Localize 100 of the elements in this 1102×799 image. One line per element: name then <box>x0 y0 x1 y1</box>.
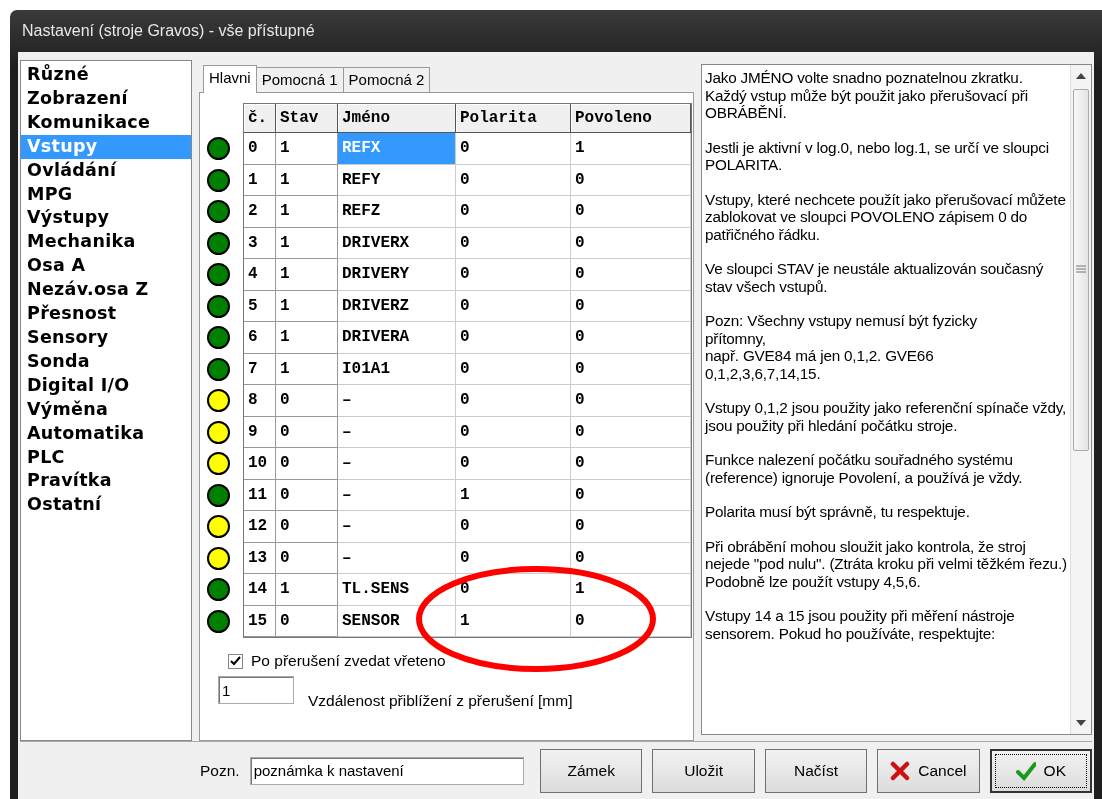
window-title: Nastavení (stroje Gravos) - vše přístupné <box>22 22 315 40</box>
table-cell[interactable]: 0 <box>456 196 571 228</box>
sidebar-item[interactable]: Výměna <box>21 397 191 422</box>
table-cell[interactable]: 0 <box>571 511 691 543</box>
table-cell[interactable]: 0 <box>571 416 691 448</box>
table-cell[interactable]: 0 <box>571 322 691 354</box>
table-cell[interactable]: 1 <box>571 133 691 165</box>
table-cell[interactable]: REFZ <box>338 196 456 228</box>
sidebar-item[interactable]: Ostatní <box>21 493 191 518</box>
table-cell[interactable]: 0 <box>456 353 571 385</box>
table-cell[interactable]: 0 <box>456 164 571 196</box>
field-label: Vzdálenost přiblížení z přerušení [mm] <box>308 692 573 710</box>
table-cell[interactable]: 0 <box>456 416 571 448</box>
table-cell[interactable]: DRIVERZ <box>338 290 456 322</box>
column-header: Jméno <box>338 104 456 133</box>
sidebar-item[interactable]: Sensory <box>21 325 191 350</box>
row-header-cell: 2 <box>244 196 276 228</box>
sidebar-item[interactable]: Výstupy <box>21 206 191 231</box>
table-cell[interactable]: 1 <box>456 479 571 511</box>
dialog-button[interactable]: Uložit <box>652 748 755 793</box>
tab[interactable]: Pomocná 2 <box>342 67 431 92</box>
table-cell[interactable]: 0 <box>571 448 691 480</box>
cross-icon <box>890 760 911 781</box>
table-cell[interactable]: 0 <box>571 164 691 196</box>
table-cell[interactable]: 0 <box>456 574 571 606</box>
table-cell[interactable]: REFY <box>338 164 456 196</box>
sidebar-item[interactable]: Mechanika <box>21 230 191 255</box>
row-header-cell: 9 <box>244 416 276 448</box>
table-cell[interactable]: 0 <box>571 290 691 322</box>
sidebar-item[interactable]: Automatika <box>21 421 191 446</box>
row-header-cell: 1 <box>276 227 338 259</box>
table-cell[interactable]: 0 <box>571 605 691 637</box>
table-cell[interactable]: 0 <box>456 385 571 417</box>
table-cell[interactable]: – <box>338 511 456 543</box>
row-header-cell: 0 <box>276 416 338 448</box>
table-cell[interactable]: TL.SENS <box>338 574 456 606</box>
sidebar-item[interactable]: Osa A <box>21 254 191 279</box>
sidebar-item[interactable]: PLC <box>21 445 191 470</box>
column-header: č. <box>244 104 276 133</box>
row-header-cell: 1 <box>244 164 276 196</box>
sidebar-item[interactable]: Pravítka <box>21 469 191 494</box>
row-header-cell: 5 <box>244 290 276 322</box>
scrollbar[interactable] <box>1070 65 1091 734</box>
table-cell[interactable]: I01A1 <box>338 353 456 385</box>
table-cell[interactable]: 0 <box>571 353 691 385</box>
ok-button[interactable]: OK <box>989 748 1092 793</box>
tab[interactable]: Hlavni <box>203 65 257 93</box>
table-cell[interactable]: – <box>338 385 456 417</box>
table-cell[interactable]: 0 <box>571 196 691 228</box>
table-cell[interactable]: 1 <box>571 574 691 606</box>
dialog-button[interactable]: Zámek <box>540 748 643 793</box>
row-header-cell: 1 <box>276 353 338 385</box>
row-header-cell: 10 <box>244 448 276 480</box>
sidebar-item[interactable]: MPG <box>21 182 191 207</box>
dialog-button[interactable]: Načíst <box>764 748 868 793</box>
sidebar-item[interactable]: Komunikace <box>21 110 191 135</box>
table-cell[interactable]: 0 <box>456 542 571 574</box>
table-cell[interactable]: SENSOR <box>338 605 456 637</box>
table-cell[interactable]: 0 <box>456 290 571 322</box>
table-cell[interactable]: 1 <box>456 605 571 637</box>
row-header-cell: 1 <box>276 196 338 228</box>
input-field[interactable]: 1 <box>218 676 294 704</box>
sidebar-item[interactable]: Sonda <box>21 349 191 374</box>
table-cell[interactable]: 0 <box>456 511 571 543</box>
table-cell[interactable]: – <box>338 416 456 448</box>
sidebar-item[interactable]: Ovládání <box>21 158 191 183</box>
row-header-cell: 0 <box>276 479 338 511</box>
checkbox[interactable] <box>228 653 243 669</box>
table-cell[interactable]: 0 <box>571 479 691 511</box>
table-cell[interactable]: 0 <box>571 385 691 417</box>
sidebar-item[interactable]: Nezáv.osa Z <box>21 278 191 303</box>
table-cell[interactable]: 0 <box>456 448 571 480</box>
help-paragraph: Vstupy 0,1,2 jsou použity jako referenční spínače vždy, jsou použity při hledání počátku stroje. <box>705 399 1067 434</box>
sidebar-item[interactable]: Digital I/O <box>21 373 191 398</box>
row-header-cell: 4 <box>244 259 276 291</box>
table-cell[interactable]: 0 <box>571 542 691 574</box>
table-cell[interactable]: DRIVERY <box>338 259 456 291</box>
table-cell[interactable]: 0 <box>456 259 571 291</box>
table-cell[interactable]: – <box>338 479 456 511</box>
scroll-up-icon[interactable] <box>1076 73 1086 79</box>
table-cell[interactable]: – <box>338 448 456 480</box>
table-cell[interactable]: 0 <box>456 133 571 165</box>
table-cell[interactable]: 0 <box>456 322 571 354</box>
table-cell[interactable]: 0 <box>571 259 691 291</box>
checkmark-icon <box>1015 760 1036 781</box>
table-cell[interactable]: 0 <box>456 227 571 259</box>
help-paragraph: Jako JMÉNO volte snadno poznatelnou zkratku. Každý vstup může být použit jako přerušovací při OBRÁBĚNÍ. <box>705 69 1029 122</box>
table-cell[interactable]: – <box>338 542 456 574</box>
table-cell[interactable]: DRIVERA <box>338 322 456 354</box>
sidebar-item[interactable]: Zobrazení <box>21 86 191 111</box>
help-paragraph: Polarita musí být správně, tu respektuje. <box>705 503 971 521</box>
sidebar-item[interactable]: Různé <box>21 63 191 87</box>
table-cell[interactable]: DRIVERX <box>338 227 456 259</box>
grip-icon <box>1076 265 1086 273</box>
table-cell[interactable]: 0 <box>571 227 691 259</box>
cancel-button[interactable]: Cancel <box>877 748 980 793</box>
scroll-down-icon[interactable] <box>1076 720 1086 726</box>
note-field[interactable]: poznámka k nastavení <box>249 756 525 785</box>
row-header-cell: 0 <box>244 133 276 165</box>
sidebar-item[interactable]: Přesnost <box>21 302 191 326</box>
